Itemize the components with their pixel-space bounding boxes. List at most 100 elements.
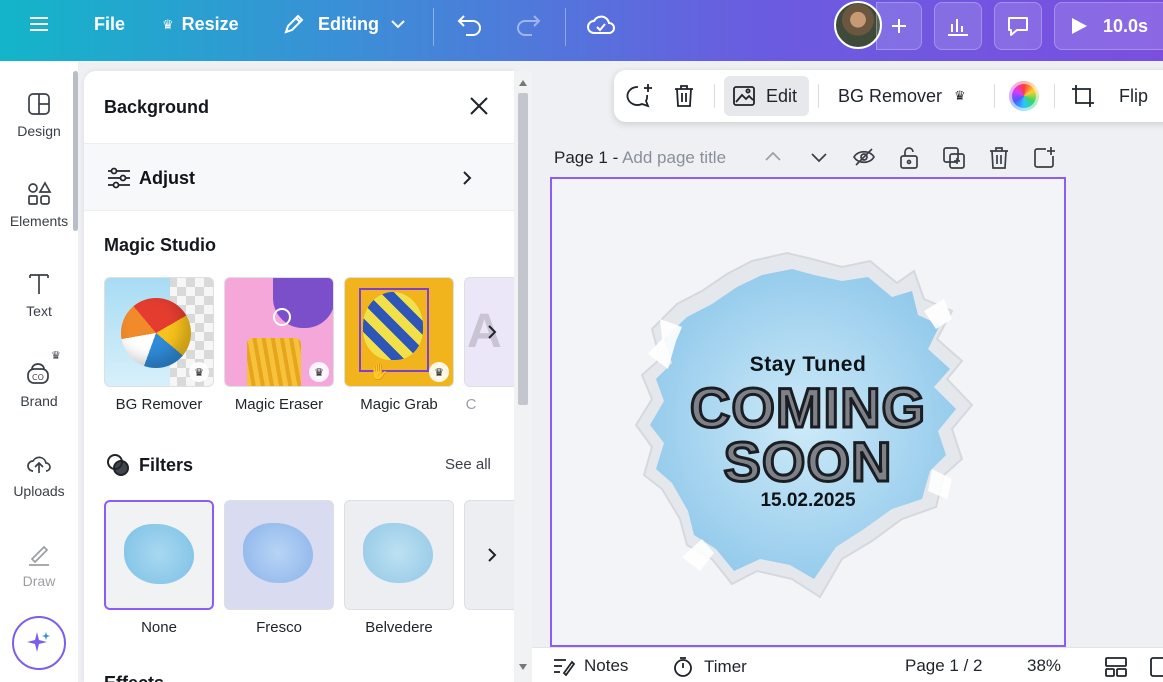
duplicate-page-button[interactable] xyxy=(942,146,966,175)
crop-button[interactable] xyxy=(1070,70,1096,122)
menu-icon[interactable] xyxy=(28,13,50,35)
lock-page-button[interactable] xyxy=(898,146,920,175)
add-page-button[interactable] xyxy=(1032,146,1056,175)
divider xyxy=(565,8,566,46)
chevron-right-icon xyxy=(460,169,474,187)
flip-button[interactable]: Flip xyxy=(1119,70,1148,122)
crop-icon xyxy=(1070,83,1096,109)
comments-button[interactable] xyxy=(994,2,1042,50)
uploads-icon xyxy=(26,451,52,477)
cloud-save-status[interactable] xyxy=(586,12,616,38)
trash-icon xyxy=(672,83,696,109)
filter-none[interactable] xyxy=(104,500,214,610)
avatar[interactable] xyxy=(834,1,882,49)
date-text[interactable]: 15.02.2025 xyxy=(552,490,1064,512)
edit-label: Edit xyxy=(766,86,797,107)
rail-item-text[interactable]: Text xyxy=(0,271,78,319)
resize-button[interactable]: ♛ Resize xyxy=(162,14,239,35)
rail-label: Brand xyxy=(20,393,57,409)
rail-scrollbar[interactable] xyxy=(73,71,78,231)
adjust-label: Adjust xyxy=(139,168,195,189)
editing-mode-button[interactable]: Editing xyxy=(282,12,407,36)
fries-image xyxy=(247,338,301,387)
see-all-filters-link[interactable]: See all xyxy=(445,456,491,473)
filter-label: Belvedere xyxy=(339,619,459,636)
crown-icon: ♛ xyxy=(189,362,209,382)
selection-box xyxy=(359,288,429,372)
duplicate-icon xyxy=(942,146,966,170)
adjust-row[interactable]: Adjust xyxy=(84,143,514,211)
notes-button[interactable]: Notes xyxy=(552,656,628,676)
close-panel-button[interactable] xyxy=(468,95,490,122)
page-up-button[interactable] xyxy=(762,146,784,173)
file-label: File xyxy=(94,14,125,35)
present-play-button[interactable]: 10.0s xyxy=(1054,2,1163,50)
rail-item-uploads[interactable]: Uploads xyxy=(0,451,78,499)
undo-button[interactable] xyxy=(456,12,484,38)
filter-belvedere[interactable] xyxy=(344,500,454,610)
add-comment-button[interactable] xyxy=(624,70,654,122)
magic-grab-tool[interactable]: ✋ ♛ xyxy=(344,277,454,387)
add-page-icon xyxy=(1032,146,1056,170)
delete-page-button[interactable] xyxy=(988,146,1010,175)
page-indicator[interactable]: Page 1 / 2 xyxy=(905,656,983,676)
comment-add-icon xyxy=(624,82,654,110)
add-collaborator-button[interactable] xyxy=(876,2,922,50)
soon-text[interactable]: SOON xyxy=(552,429,1064,494)
image-edit-icon xyxy=(732,84,758,108)
filter-preview xyxy=(243,523,313,583)
chevron-down-icon xyxy=(389,15,407,33)
redo-button[interactable] xyxy=(514,12,542,38)
magic-tools-next-button[interactable] xyxy=(477,317,507,347)
delete-button[interactable] xyxy=(672,70,696,122)
insights-button[interactable] xyxy=(934,2,982,50)
tool-label: BG Remover xyxy=(99,396,219,413)
zoom-label: 38% xyxy=(1027,656,1061,676)
grid-view-icon xyxy=(1104,656,1128,678)
edit-image-button[interactable]: Edit xyxy=(732,70,797,122)
fullscreen-button[interactable] xyxy=(1149,656,1163,678)
elements-icon xyxy=(26,181,52,207)
filters-next-button[interactable] xyxy=(477,540,507,570)
timer-label: Timer xyxy=(704,657,747,677)
rail-item-elements[interactable]: Elements xyxy=(0,181,78,229)
rail-item-draw[interactable]: Draw xyxy=(0,541,78,587)
color-picker-button[interactable] xyxy=(1009,70,1039,122)
notes-icon xyxy=(552,656,576,676)
page-title-input[interactable]: Add page title xyxy=(622,148,726,167)
timer-button[interactable]: Timer xyxy=(672,656,747,678)
brand-icon: CO xyxy=(26,361,52,387)
bg-remover-button[interactable]: BG Remover ♛ xyxy=(838,70,966,122)
tool-label: Magic Eraser xyxy=(219,396,339,413)
hand-cursor: ✋ xyxy=(369,362,389,382)
panel-scrollbar[interactable] xyxy=(514,71,532,682)
panel-scroll-thumb[interactable] xyxy=(518,93,528,405)
design-canvas[interactable]: Stay Tuned COMING SOON 15.02.2025 xyxy=(550,177,1066,647)
page-down-button[interactable] xyxy=(808,146,830,173)
bg-remover-tool[interactable]: ♛ xyxy=(104,277,214,387)
hide-page-button[interactable] xyxy=(852,146,876,173)
filters-title: Filters xyxy=(139,455,193,476)
unlock-icon xyxy=(898,146,920,170)
design-icon xyxy=(26,91,52,117)
rail-item-brand[interactable]: CO ♛ Brand xyxy=(0,361,78,409)
magic-assistant-button[interactable] xyxy=(12,616,66,670)
scroll-down-icon xyxy=(518,663,528,671)
chevron-right-icon xyxy=(486,546,498,564)
rail-item-design[interactable]: Design xyxy=(0,91,78,139)
filter-fresco[interactable] xyxy=(224,500,334,610)
stay-tuned-text[interactable]: Stay Tuned xyxy=(552,353,1064,377)
timer-icon xyxy=(672,656,694,678)
magic-studio-title: Magic Studio xyxy=(104,235,216,256)
zoom-level[interactable]: 38% xyxy=(1027,656,1061,676)
svg-text:CO: CO xyxy=(32,373,44,382)
draw-icon xyxy=(26,541,52,567)
fullscreen-icon xyxy=(1149,656,1163,678)
magic-eraser-tool[interactable]: ♛ xyxy=(224,277,334,387)
page-header: Page 1 - Add page title xyxy=(554,148,726,168)
filter-preview xyxy=(124,524,194,584)
grid-view-button[interactable] xyxy=(1104,656,1128,678)
rail-label: Elements xyxy=(10,213,68,229)
eye-off-icon xyxy=(852,146,876,168)
file-menu-button[interactable]: File xyxy=(94,14,125,35)
